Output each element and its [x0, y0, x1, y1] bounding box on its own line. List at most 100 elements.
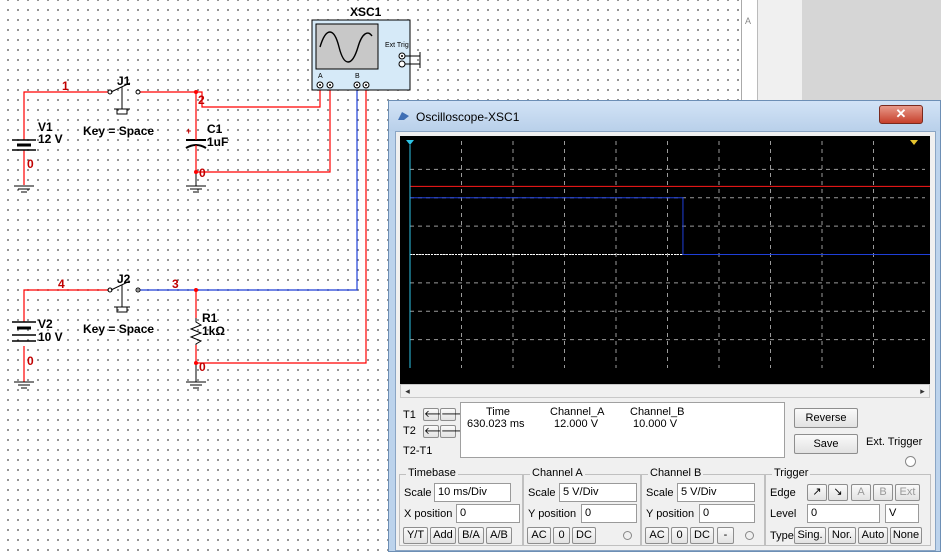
net-label-0-r1: 0	[199, 360, 206, 374]
readout-col-channel-b: Channel_B	[630, 406, 685, 418]
battery-v2[interactable]	[12, 321, 36, 342]
trigger-type-normal-button[interactable]: Nor.	[828, 527, 856, 544]
trigger-source-a-button[interactable]: A	[851, 484, 871, 501]
mode-ba-button[interactable]: B/A	[458, 527, 484, 544]
window-titlebar[interactable]: Oscilloscope-XSC1 ✕	[389, 101, 940, 131]
cursor-t1-marker[interactable]	[406, 140, 414, 145]
channel-b-terminal-icon[interactable]	[745, 531, 754, 540]
t2-left-arrow-icon[interactable]: 🡐	[423, 425, 451, 438]
trigger-level-field[interactable]: 0	[807, 504, 880, 523]
channel-b-dc-button[interactable]: DC	[690, 527, 714, 544]
channel-a-scale-field[interactable]: 5 V/Div	[559, 483, 637, 502]
channel-b-minus-button[interactable]: -	[717, 527, 734, 544]
battery-v1[interactable]	[12, 139, 36, 151]
edge-label: Edge	[770, 487, 796, 499]
channel-a-ypos-field[interactable]: 0	[581, 504, 637, 523]
timebase-scale-field[interactable]: 10 ms/Div	[434, 483, 511, 502]
t1-left-arrow-icon[interactable]: 🡐	[423, 408, 451, 421]
scope-port-a: A	[318, 73, 323, 80]
channel-b-scale-label: Scale	[646, 487, 674, 499]
scope-name: XSC1	[350, 5, 382, 19]
wires-channel-b	[140, 88, 358, 291]
level-label: Level	[770, 508, 797, 520]
v2-value: 10 V	[38, 330, 63, 344]
mode-ab-button[interactable]: A/B	[486, 527, 512, 544]
channel-a-group: Channel A Scale 5 V/Div Y position 0 AC …	[523, 467, 641, 546]
oscilloscope-xsc1-symbol[interactable]	[311, 19, 421, 91]
mode-yt-button[interactable]: Y/T	[403, 527, 428, 544]
oscilloscope-body: ◂ ▸ T1 🡐 🡒 T2 🡐 🡒 T2-T1 Time Channel_A C…	[395, 131, 941, 551]
type-label: Type	[770, 530, 794, 542]
trigger-type-none-button[interactable]: None	[890, 527, 922, 544]
j1-key: Key = Space	[83, 124, 154, 138]
net-label-3: 3	[172, 277, 179, 291]
trigger-source-b-button[interactable]: B	[873, 484, 893, 501]
ext-trig-label: Ext Trig	[385, 42, 409, 49]
scope-traces	[410, 185, 941, 255]
channel-a-terminal-icon[interactable]	[623, 531, 632, 540]
close-button[interactable]: ✕	[879, 105, 923, 124]
x-position-field[interactable]: 0	[456, 504, 520, 523]
trigger-type-single-button[interactable]: Sing.	[794, 527, 826, 544]
trigger-type-auto-button[interactable]: Auto	[858, 527, 888, 544]
t2-t1-label: T2-T1	[403, 445, 433, 457]
t1-label: T1	[403, 409, 416, 421]
c1-value: 1uF	[207, 135, 228, 149]
window-title: Oscilloscope-XSC1	[416, 110, 520, 124]
resistor-r1[interactable]	[189, 318, 203, 345]
ext-trigger-terminal-icon[interactable]	[905, 456, 916, 467]
net-label-0-v2: 0	[27, 354, 34, 368]
scope-horizontal-scrollbar[interactable]: ◂ ▸	[400, 384, 930, 398]
channel-b-zero-button[interactable]: 0	[671, 527, 688, 544]
trigger-source-ext-button[interactable]: Ext	[895, 484, 920, 501]
t2-label: T2	[403, 425, 416, 437]
net-label-4: 4	[58, 277, 65, 291]
channel-b-ypos-field[interactable]: 0	[699, 504, 755, 523]
trigger-title: Trigger	[772, 467, 811, 479]
save-button[interactable]: Save	[794, 434, 858, 454]
net-label-0-v1: 0	[27, 157, 34, 171]
channel-b-scale-field[interactable]: 5 V/Div	[677, 483, 755, 502]
channel-a-dc-button[interactable]: DC	[572, 527, 596, 544]
cursor-readout: Time Channel_A Channel_B 630.023 ms 12.0…	[460, 402, 785, 458]
falling-edge-icon[interactable]: ↘	[828, 484, 848, 501]
readout-channel-a-value: 12.000 V	[554, 418, 599, 430]
net-label-2: 2	[198, 93, 205, 107]
channel-a-scale-label: Scale	[528, 487, 556, 499]
channel-b-ypos-label: Y position	[646, 508, 695, 520]
scroll-right-icon[interactable]: ▸	[916, 385, 929, 397]
net-label-1: 1	[62, 79, 69, 93]
readout-channel-b-value: 10.000 V	[633, 418, 678, 430]
channel-b-ac-button[interactable]: AC	[645, 527, 669, 544]
c1-name: C1	[207, 122, 223, 136]
scope-port-b: B	[355, 73, 360, 80]
t2-right-arrow-icon[interactable]: 🡒	[440, 425, 468, 438]
j1-name: J1	[117, 74, 131, 88]
j2-name: J2	[117, 272, 131, 286]
v2-name: V2	[38, 317, 53, 331]
timebase-group: Timebase Scale 10 ms/Div X position 0 Y/…	[399, 467, 523, 546]
channel-b-title: Channel B	[648, 467, 704, 479]
t1-right-arrow-icon[interactable]: 🡒	[440, 408, 468, 421]
channel-a-ac-button[interactable]: AC	[527, 527, 551, 544]
readout-col-channel-a: Channel_A	[550, 406, 605, 418]
readout-col-time: Time	[486, 406, 511, 418]
scope-graph	[406, 140, 941, 368]
oscilloscope-window: Oscilloscope-XSC1 ✕ ◂ ▸ T1 🡐 🡒 T2 🡐 🡒 T2…	[388, 100, 941, 552]
scope-screen[interactable]	[400, 136, 941, 384]
timebase-scale-label: Scale	[404, 487, 432, 499]
net-label-0-c1: 0	[199, 166, 206, 180]
side-panel-letter: A	[745, 16, 752, 26]
scroll-left-icon[interactable]: ◂	[401, 385, 414, 397]
mode-add-button[interactable]: Add	[430, 527, 456, 544]
channel-a-zero-button[interactable]: 0	[553, 527, 570, 544]
scope-window-icon	[398, 112, 409, 120]
trigger-group: Trigger Edge ↗ ↘ A B Ext Level 0 V Type …	[765, 467, 931, 546]
trigger-level-unit[interactable]: V	[885, 504, 919, 523]
c1-polarity: +	[186, 126, 191, 136]
channel-b-group: Channel B Scale 5 V/Div Y position 0 AC …	[641, 467, 765, 546]
rising-edge-icon[interactable]: ↗	[807, 484, 827, 501]
timebase-title: Timebase	[406, 467, 458, 479]
cursor-t2-marker[interactable]	[910, 140, 918, 145]
reverse-button[interactable]: Reverse	[794, 408, 858, 428]
